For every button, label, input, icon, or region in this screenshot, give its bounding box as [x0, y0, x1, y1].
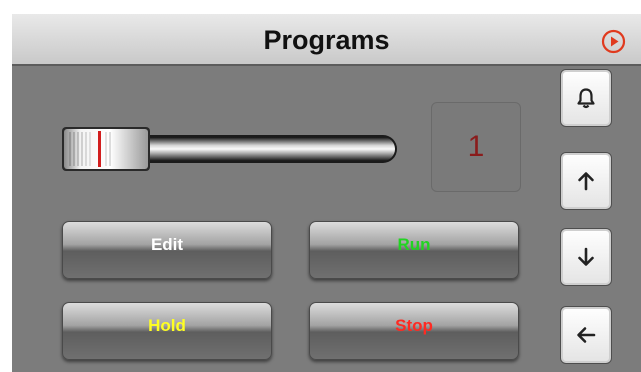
program-slider[interactable] [62, 124, 417, 174]
arrow-down-icon [578, 247, 594, 266]
arrow-left-icon [577, 327, 596, 343]
slider-track [132, 135, 397, 163]
scroll-up-button[interactable] [560, 152, 612, 210]
program-number: 1 [467, 130, 485, 163]
hold-button[interactable]: Hold [62, 302, 272, 360]
bell-button[interactable] [560, 69, 612, 127]
arrow-up-icon [578, 172, 594, 191]
edit-button[interactable]: Edit [62, 221, 272, 279]
back-button[interactable] [560, 306, 612, 364]
slider-thumb[interactable] [62, 127, 150, 171]
run-button[interactable]: Run [309, 221, 519, 279]
title-bar: Programs [12, 14, 641, 66]
play-circle-icon[interactable] [601, 29, 626, 54]
page-title: Programs [263, 25, 390, 55]
slider-indicator [98, 131, 101, 167]
bell-icon [577, 88, 595, 109]
program-number-display: 1 [431, 102, 521, 192]
programs-panel: Programs 1 Edit Run Hold Stop [12, 14, 641, 372]
scroll-down-button[interactable] [560, 228, 612, 286]
stop-button[interactable]: Stop [309, 302, 519, 360]
